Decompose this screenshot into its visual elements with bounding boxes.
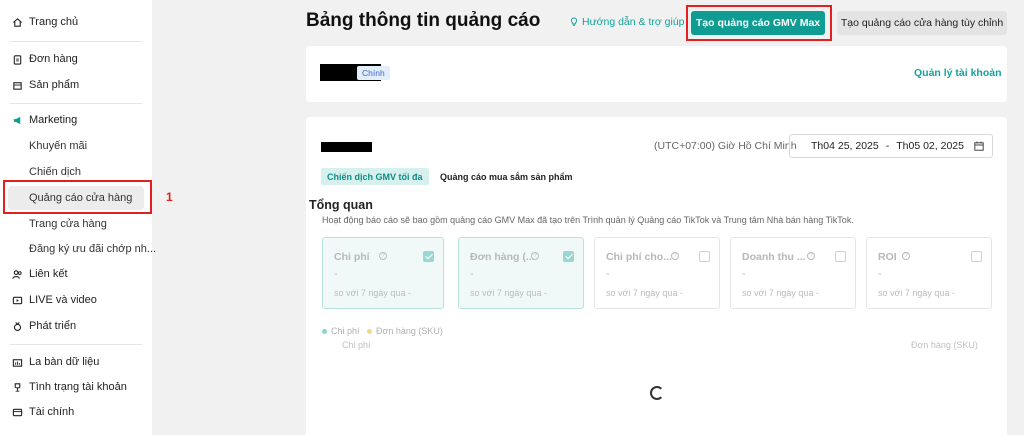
sidebar-item-growth[interactable]: Phát triển — [0, 315, 152, 337]
clipboard-icon — [11, 53, 23, 65]
metric-checkbox[interactable] — [971, 251, 982, 262]
help-link-label: Hướng dẫn & trợ giúp — [582, 16, 685, 28]
lightbulb-icon — [570, 17, 578, 26]
account-primary-badge: Chính — [357, 66, 390, 80]
manage-account-link[interactable]: Quản lý tài khoản — [914, 67, 1002, 79]
sidebar-subitem-promotions[interactable]: Khuyến mãi — [29, 140, 87, 152]
metric-value: - — [470, 268, 474, 280]
calendar-icon — [974, 141, 984, 151]
sidebar-item-label: La bàn dữ liệu — [29, 356, 100, 368]
date-start: Th04 25, 2025 — [811, 140, 879, 152]
sidebar-item-data-compass[interactable]: La bàn dữ liệu — [0, 351, 152, 373]
sidebar-item-orders[interactable]: Đơn hàng — [0, 48, 152, 70]
info-icon[interactable]: ? — [807, 252, 815, 260]
sidebar-item-account-health[interactable]: Tình trạng tài khoản — [0, 376, 152, 398]
metric-card-revenue[interactable]: Doanh thu ... ? - so với 7 ngày qua - — [730, 237, 856, 309]
metric-card-cost-per[interactable]: Chi phí cho... ? - so với 7 ngày qua - — [594, 237, 720, 309]
sidebar-item-label: Marketing — [29, 114, 78, 126]
metric-compare: so với 7 ngày qua - — [742, 288, 819, 298]
divider — [10, 103, 142, 104]
metric-compare: so với 7 ngày qua - — [334, 288, 411, 298]
chart-icon — [11, 356, 23, 368]
annotation-label-1: 1 — [166, 190, 173, 204]
metric-title: Chi phí cho... — [606, 251, 672, 263]
account-card — [306, 46, 1007, 102]
metric-value: - — [742, 268, 746, 280]
divider — [10, 344, 142, 345]
trophy-icon — [11, 381, 23, 393]
date-end: Th05 02, 2025 — [896, 140, 964, 152]
metric-card-roi[interactable]: ROI ? - so với 7 ngày qua - — [866, 237, 992, 309]
users-icon — [11, 268, 23, 280]
divider — [10, 41, 142, 42]
metric-compare: so với 7 ngày qua - — [606, 288, 683, 298]
date-range-picker[interactable]: Th04 25, 2025 - Th05 02, 2025 — [789, 134, 993, 158]
sidebar-item-label: Tình trạng tài khoản — [29, 381, 127, 393]
sidebar-subitem-campaigns[interactable]: Chiến dịch — [29, 166, 81, 178]
info-icon[interactable]: ? — [671, 252, 679, 260]
sidebar-subitem-flash-deals[interactable]: Đăng ký ưu đãi chớp nh... — [29, 243, 156, 255]
legend-label: Chi phí — [331, 326, 360, 336]
sidebar-item-live-video[interactable]: LIVE và video — [0, 289, 152, 311]
metric-card-cost[interactable]: Chi phí ? - so với 7 ngày qua - — [322, 237, 444, 309]
sidebar-subitem-storefront[interactable]: Trang cửa hàng — [29, 218, 107, 230]
info-icon[interactable]: ? — [902, 252, 910, 260]
date-separator: - — [885, 140, 890, 152]
tab-gmv-max-campaigns[interactable]: Chiến dịch GMV tối đa — [321, 168, 429, 185]
sidebar-item-label: Tài chính — [29, 406, 75, 418]
legend-label: Đơn hàng (SKU) — [376, 326, 443, 336]
metric-checkbox[interactable] — [835, 251, 846, 262]
sidebar-item-label: Đơn hàng — [29, 53, 78, 65]
sidebar: Trang chủ Đơn hàng Sản phẩm Marketing Kh… — [0, 0, 156, 435]
help-link[interactable]: Hướng dẫn & trợ giúp — [569, 16, 685, 28]
metric-title: Doanh thu ... — [742, 251, 806, 263]
metric-value: - — [878, 268, 882, 280]
sidebar-item-finance[interactable]: Tài chính — [0, 401, 152, 423]
metric-card-orders[interactable]: Đơn hàng (... ? - so với 7 ngày qua - — [458, 237, 584, 309]
metric-checkbox[interactable] — [563, 251, 574, 262]
sidebar-item-home[interactable]: Trang chủ — [0, 11, 152, 33]
sidebar-item-label: Liên kết — [29, 268, 68, 280]
legend-dot — [367, 328, 372, 334]
overview-title: Tổng quan — [309, 198, 373, 212]
redacted-shop-name — [321, 142, 372, 152]
metric-title: Đơn hàng (... — [470, 251, 535, 263]
axis-label-right: Đơn hàng (SKU) — [911, 340, 978, 350]
axis-label-left: Chi phí — [342, 340, 371, 350]
megaphone-icon — [11, 114, 23, 126]
create-gmv-max-ad-button[interactable]: Tạo quảng cáo GMV Max — [691, 11, 825, 35]
legend-dot — [322, 328, 327, 334]
metric-checkbox[interactable] — [699, 251, 710, 262]
tab-product-shopping-ads[interactable]: Quảng cáo mua sắm sản phẩm — [440, 172, 573, 182]
sidebar-item-label: LIVE và video — [29, 294, 97, 306]
page-title: Bảng thông tin quảng cáo — [306, 10, 541, 31]
timezone-label: (UTC+07:00) Giờ Hồ Chí Minh — [654, 140, 797, 152]
metric-title: Chi phí — [334, 251, 370, 263]
video-icon — [11, 294, 23, 306]
loading-spinner-icon — [650, 386, 664, 400]
box-icon — [11, 79, 23, 91]
metric-compare: so với 7 ngày qua - — [878, 288, 955, 298]
sidebar-item-marketing[interactable]: Marketing — [0, 109, 152, 131]
sidebar-item-label: Trang chủ — [29, 16, 79, 28]
sidebar-item-products[interactable]: Sản phẩm — [0, 74, 152, 96]
sidebar-item-affiliate[interactable]: Liên kết — [0, 263, 152, 285]
metric-title: ROI — [878, 251, 897, 263]
info-icon[interactable]: ? — [531, 252, 539, 260]
create-custom-store-ad-button[interactable]: Tạo quảng cáo cửa hàng tùy chỉnh — [837, 11, 1007, 35]
metric-value: - — [334, 268, 338, 280]
overview-description: Hoạt động báo cáo sẽ bao gồm quảng cáo G… — [322, 215, 854, 225]
metric-value: - — [606, 268, 610, 280]
home-icon — [11, 16, 23, 28]
wallet-icon — [11, 406, 23, 418]
legend-item-orders: Đơn hàng (SKU) — [367, 326, 443, 336]
annotation-box-1 — [3, 180, 152, 214]
legend-item-cost: Chi phí — [322, 326, 360, 336]
metric-checkbox[interactable] — [423, 251, 434, 262]
medal-icon — [11, 320, 23, 332]
info-icon[interactable]: ? — [379, 252, 387, 260]
metric-compare: so với 7 ngày qua - — [470, 288, 547, 298]
sidebar-item-label: Phát triển — [29, 320, 77, 332]
sidebar-item-label: Sản phẩm — [29, 79, 80, 91]
